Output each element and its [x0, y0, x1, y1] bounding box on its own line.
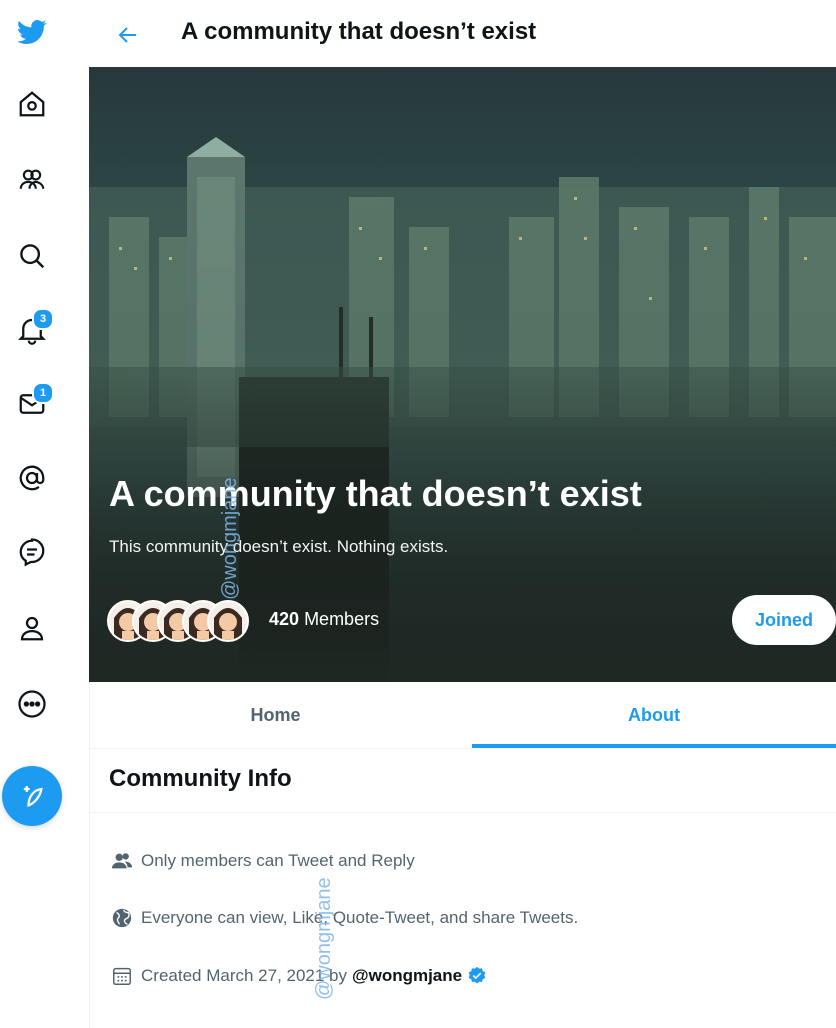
people-icon: [111, 853, 133, 869]
nav-topics[interactable]: [0, 524, 64, 580]
more-icon: [18, 690, 46, 718]
nav-mentions[interactable]: [0, 450, 64, 506]
memoji-avatar-icon: [214, 608, 242, 640]
nav-profile[interactable]: [0, 600, 64, 656]
nav-notifications[interactable]: 3: [0, 302, 64, 358]
twitter-logo-button[interactable]: [0, 4, 64, 60]
community-banner: A community that doesn’t exist This comm…: [89, 67, 836, 682]
nav-messages[interactable]: 1: [0, 376, 64, 432]
nav-search[interactable]: [0, 228, 64, 284]
rule-text: Everyone can view, Like, Quote-Tweet, an…: [141, 908, 579, 927]
tab-home[interactable]: Home: [89, 682, 462, 748]
tab-about[interactable]: About: [472, 682, 836, 748]
city-skyline-image: [89, 67, 836, 682]
globe-icon: [112, 908, 132, 928]
communities-icon: [19, 169, 45, 189]
compose-tweet-icon: [23, 786, 43, 807]
page-title: A community that doesn’t exist: [181, 18, 537, 45]
search-icon: [20, 244, 45, 269]
tab-selected-indicator: [472, 744, 836, 748]
rule-members-only: Only members can Tweet and Reply: [111, 850, 415, 872]
verified-badge-icon: [468, 966, 486, 984]
member-count-link[interactable]: 420 Members: [269, 609, 379, 630]
compose-tweet-button[interactable]: [2, 766, 62, 826]
nav-communities[interactable]: [0, 152, 64, 208]
back-arrow-icon: [118, 27, 136, 43]
notifications-badge: 3: [32, 308, 54, 330]
watermark: @wongmjane: [313, 877, 335, 1000]
community-page: A community that doesn’t exist A communi…: [89, 0, 836, 1028]
member-avatar: [207, 600, 249, 642]
nav-more[interactable]: [0, 676, 64, 732]
twitter-logo-icon: [17, 20, 47, 44]
member-count: 420: [269, 609, 300, 629]
rule-everyone-can-view: Everyone can view, Like, Quote-Tweet, an…: [111, 907, 578, 929]
watermark: @wongmjane: [219, 477, 241, 600]
members-label: Members: [304, 609, 380, 629]
creator-handle[interactable]: @wongmjane: [352, 966, 462, 986]
mentions-icon: [19, 465, 45, 491]
community-description: This community doesn’t exist. Nothing ex…: [109, 537, 449, 556]
created-info: Created March 27, 2021 by @wongmjane: [111, 965, 487, 987]
back-button[interactable]: [111, 18, 145, 52]
calendar-icon: [113, 967, 131, 985]
nav-home[interactable]: [0, 76, 64, 132]
divider: [89, 812, 836, 813]
topics-icon: [19, 538, 45, 567]
page-header: A community that doesn’t exist: [89, 0, 836, 67]
home-icon: [19, 91, 45, 117]
member-avatars[interactable]: [107, 600, 257, 642]
profile-icon: [20, 616, 44, 641]
community-tabs: Home About: [89, 682, 836, 749]
community-title: A community that doesn’t exist: [109, 473, 642, 514]
community-info-title: Community Info: [109, 765, 292, 792]
sidebar-nav: 3 1: [0, 0, 90, 1028]
joined-button[interactable]: Joined: [732, 595, 836, 645]
rule-text: Only members can Tweet and Reply: [141, 851, 415, 870]
messages-badge: 1: [32, 382, 54, 404]
